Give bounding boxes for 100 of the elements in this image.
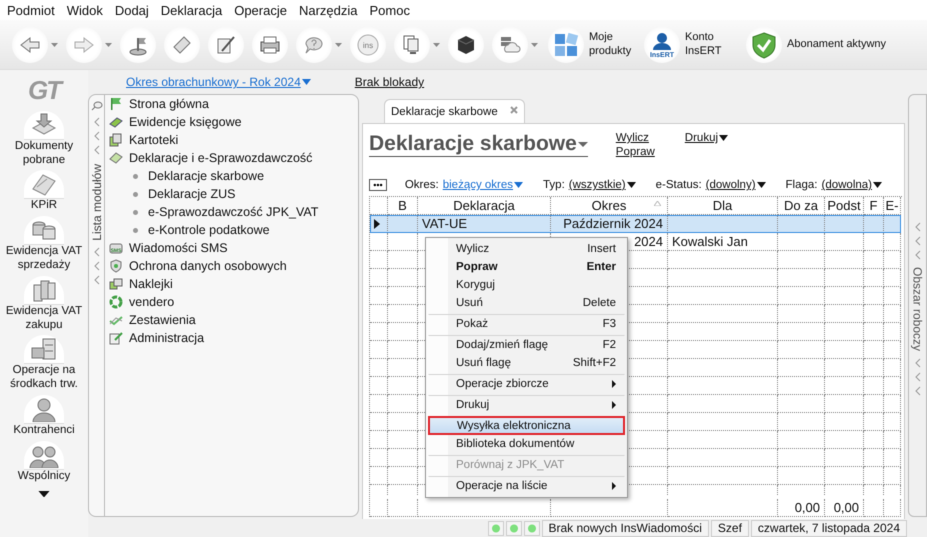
sidebar-item[interactable]: Operacje na środkach trw. <box>0 335 88 392</box>
book-icon <box>109 115 123 129</box>
module-subitem[interactable]: e-Kontrole podatkowe <box>109 221 354 239</box>
scroll-down-icon[interactable] <box>38 490 50 497</box>
module-subitem[interactable]: Deklaracje ZUS <box>109 185 354 203</box>
bullet-icon <box>133 192 138 196</box>
module-item[interactable]: Ewidencje księgowe <box>109 113 354 131</box>
collapse-chevron-icon[interactable] <box>914 221 920 261</box>
period-link[interactable]: Okres obrachunkowy - Rok 2024 <box>126 75 311 89</box>
module-item[interactable]: Ochrona danych osobowych <box>109 257 354 275</box>
table-cell: VAT-UE <box>418 215 551 233</box>
caret-icon[interactable] <box>105 42 112 46</box>
filter-label: Flaga: <box>786 179 818 191</box>
menu-item[interactable]: Popraw Enter <box>428 258 625 276</box>
menu-item[interactable]: Operacje <box>228 2 293 18</box>
shield-check-icon <box>751 30 777 58</box>
module-item[interactable]: Zestawienia <box>109 311 354 329</box>
toolbar-button[interactable] <box>252 26 288 62</box>
sidebar-item[interactable]: Ewidencja VAT zakupu <box>0 276 88 332</box>
row-pointer-icon <box>374 218 380 228</box>
tiles-icon <box>553 32 579 58</box>
menu-item[interactable]: Koryguj <box>428 276 625 294</box>
action-link[interactable]: Popraw <box>616 146 655 158</box>
caret-icon[interactable] <box>433 42 440 46</box>
menu-item[interactable]: Wysyłka elektroniczna <box>428 416 625 435</box>
status-messages: Brak nowych InsWiadomości <box>542 520 709 536</box>
ring-icon <box>109 295 123 309</box>
bullet-icon <box>133 174 138 178</box>
bullet-icon <box>133 210 138 214</box>
app-logo: GT <box>28 74 60 107</box>
menu-item[interactable]: Dodaj/zmień flagę F2 <box>428 335 625 354</box>
module-subitem[interactable]: Deklaracje skarbowe <box>109 167 354 185</box>
toolbar-button[interactable] <box>208 26 244 62</box>
bullet-icon <box>133 228 138 232</box>
menu-item[interactable]: Podmiot <box>1 2 61 18</box>
table-row[interactable]: VAT-UE Październik 2024 <box>370 215 901 233</box>
toolbar-button[interactable] <box>448 26 484 62</box>
caret-icon[interactable] <box>335 42 342 46</box>
menu-item[interactable]: Dodaj <box>108 2 155 18</box>
action-link[interactable]: Wylicz <box>616 132 655 144</box>
toolbar-button[interactable]: Abonament aktywny <box>744 26 888 62</box>
menu-item[interactable]: Usuń flagę Shift+F2 <box>428 354 625 372</box>
total-cell: 0,00 <box>778 499 825 517</box>
close-icon[interactable] <box>510 106 518 114</box>
filter-dropdown[interactable]: (wszystkie) <box>568 179 636 191</box>
menu-item[interactable]: Widok <box>60 2 109 18</box>
collapse-chevron-icon[interactable] <box>94 246 100 286</box>
filter-label: e-Status: <box>656 179 702 191</box>
document-tab[interactable]: Deklaracje skarbowe <box>384 99 525 123</box>
sidebar-item[interactable]: Dokumenty pobrane <box>0 110 88 168</box>
circle-logo-icon: ins <box>356 32 380 56</box>
menu-item[interactable]: Usuń Delete <box>428 294 625 312</box>
module-subitem[interactable]: e-Sprawozdawczość JPK_VAT <box>109 203 354 221</box>
sidebar-item[interactable]: Ewidencja VAT sprzedaży <box>0 216 88 273</box>
sidebar-item[interactable]: Kontrahenci <box>0 394 88 438</box>
modules-panel-label[interactable]: Lista modułów <box>90 164 104 241</box>
print-link[interactable]: Drukuj <box>684 132 728 144</box>
menu-item[interactable]: Pomoc <box>364 2 416 18</box>
sticker-icon <box>109 277 123 291</box>
caret-icon <box>514 182 524 188</box>
sidebar-item[interactable]: Wspólnicy <box>0 440 88 484</box>
menu-item[interactable]: Deklaracja <box>154 2 228 18</box>
module-item[interactable]: vendero <box>109 293 354 311</box>
caret-icon <box>719 135 728 141</box>
filter-dropdown[interactable]: (dowolna) <box>822 179 882 191</box>
side-panel-label[interactable]: Obszar roboczy <box>910 267 924 352</box>
filter-dropdown[interactable]: bieżący okres <box>442 179 524 191</box>
module-item[interactable]: Naklejki <box>109 275 354 293</box>
flag-icon <box>109 97 123 111</box>
status-user: Szef <box>710 520 749 536</box>
module-item[interactable]: Deklaracje i e-Sprawozdawczość <box>109 149 354 167</box>
caret-icon[interactable] <box>51 42 58 46</box>
menu-item[interactable]: Biblioteka dokumentów <box>428 435 625 453</box>
caret-icon <box>873 182 882 188</box>
collapse-chevron-icon[interactable] <box>914 357 920 398</box>
collapse-chevron-icon[interactable] <box>94 116 100 156</box>
menu-item[interactable]: Narzędzia <box>292 2 364 18</box>
filter-dropdown[interactable]: (dowolny) <box>706 179 766 191</box>
toolbar-button[interactable] <box>394 26 430 62</box>
module-item[interactable]: Administracja <box>109 329 354 347</box>
page-title[interactable]: Deklaracje skarbowe <box>369 132 588 157</box>
table-cell: Październik 2024 <box>551 215 668 233</box>
table-cell: Kowalski Jan <box>668 233 778 251</box>
module-item[interactable]: Kartoteki <box>109 131 354 149</box>
sidebar-item[interactable]: KPiR <box>0 170 88 214</box>
menu-item[interactable]: Drukuj <box>428 395 625 414</box>
menu-item[interactable]: Operacje na liście <box>428 476 625 495</box>
caret-icon[interactable] <box>531 42 538 46</box>
toolbar-button[interactable]: Moje produkty <box>546 26 638 62</box>
filter-label: Typ: <box>543 179 565 191</box>
more-button[interactable]: ••• <box>369 179 387 191</box>
caret-icon <box>756 182 766 188</box>
lock-link[interactable]: Brak blokady <box>354 75 424 89</box>
shield-icon <box>109 259 123 273</box>
menu-item[interactable]: Operacje zbiorcze <box>428 374 625 393</box>
toolbar-button[interactable]: ins <box>350 26 386 62</box>
toolbar-button[interactable] <box>120 26 156 62</box>
pin-icon[interactable] <box>90 101 102 111</box>
module-item[interactable]: Strona główna <box>109 95 354 113</box>
menu-item[interactable]: Pokaż F3 <box>428 314 625 333</box>
